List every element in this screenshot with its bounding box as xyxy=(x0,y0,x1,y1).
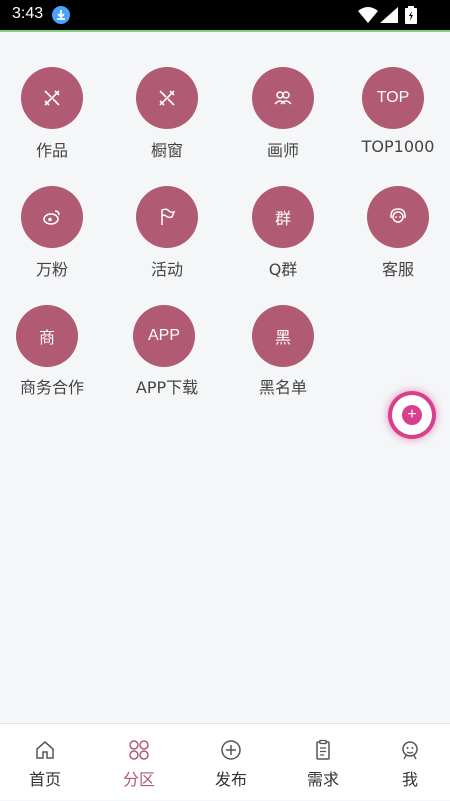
grid-label: 客服 xyxy=(381,260,415,279)
pencil-ruler-icon xyxy=(136,67,198,129)
plus-circle-icon xyxy=(221,740,241,760)
tab-label: 我 xyxy=(401,770,418,789)
tab-home[interactable]: 首页 xyxy=(0,724,90,801)
grid-label: APP下载 xyxy=(135,378,199,397)
business-text-icon: 商 xyxy=(16,305,78,367)
bottom-tab-bar: 首页 分区 发布 需求 我 xyxy=(0,723,450,800)
grid-label: 活动 xyxy=(150,260,184,279)
clipboard-icon xyxy=(316,739,330,760)
wifi-icon xyxy=(358,7,378,23)
users-icon xyxy=(252,67,314,129)
tab-publish[interactable]: 发布 xyxy=(186,724,276,801)
grid-label: 作品 xyxy=(35,141,69,160)
customer-service-icon xyxy=(367,186,429,248)
tab-label: 发布 xyxy=(214,770,247,789)
flag-icon xyxy=(136,186,198,248)
top-text-icon: TOP xyxy=(362,67,424,129)
tab-me[interactable]: 我 xyxy=(365,724,450,801)
grid-label: 万粉 xyxy=(35,260,69,279)
home-icon xyxy=(36,741,54,759)
grid-item-blacklist[interactable]: 黑 黑名单 xyxy=(0,0,314,397)
grid-label: TOP1000 xyxy=(361,137,435,156)
tab-label: 首页 xyxy=(28,770,61,789)
tab-label: 需求 xyxy=(306,770,339,789)
grid-circles-icon xyxy=(129,740,149,760)
tab-categories[interactable]: 分区 xyxy=(94,724,184,801)
group-text-icon: 群 xyxy=(252,186,314,248)
tab-requests[interactable]: 需求 xyxy=(278,724,368,801)
grid-label: 画师 xyxy=(266,141,300,160)
smiley-icon xyxy=(402,741,418,760)
signal-icon xyxy=(380,7,398,23)
grid-label: 黑名单 xyxy=(258,378,308,397)
tab-label: 分区 xyxy=(122,770,155,789)
grid-label: Q群 xyxy=(268,260,298,279)
blacklist-text-icon: 黑 xyxy=(252,305,314,367)
grid-label: 橱窗 xyxy=(150,141,184,160)
floating-add-button[interactable]: + xyxy=(392,395,432,435)
app-text-icon: APP xyxy=(133,305,195,367)
plus-icon: + xyxy=(402,405,422,425)
battery-icon xyxy=(405,6,417,24)
weibo-icon xyxy=(21,186,83,248)
grid-label: 商务合作 xyxy=(19,378,85,397)
